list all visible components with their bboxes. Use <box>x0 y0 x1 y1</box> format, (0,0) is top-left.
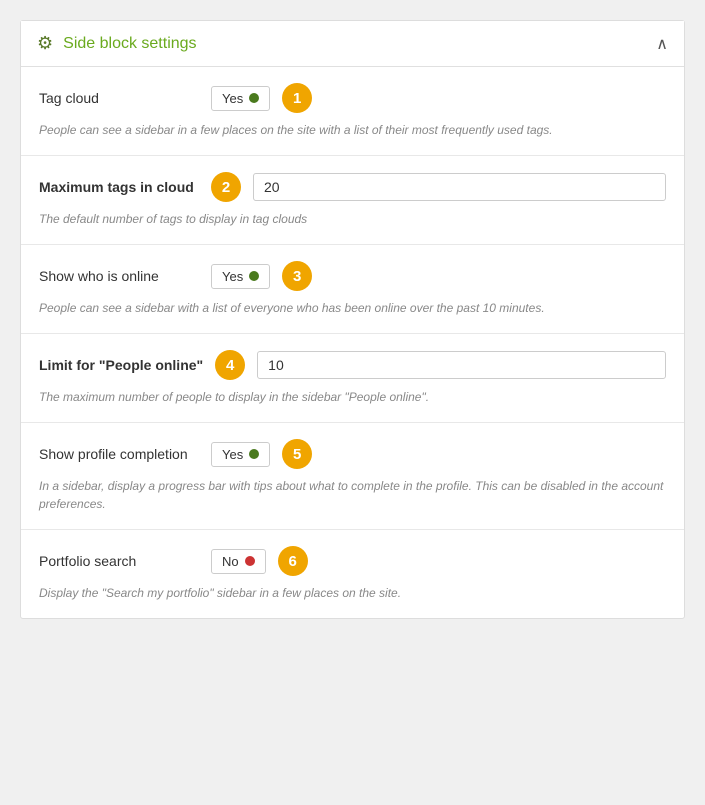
setting-description-portfolio-search: Display the "Search my portfolio" sideba… <box>39 584 666 602</box>
chevron-up-icon[interactable]: ∧ <box>656 34 668 54</box>
setting-main-profile-completion: Show profile completion Yes 5 <box>39 439 666 469</box>
toggle-button-profile-completion[interactable]: Yes <box>211 442 270 467</box>
setting-row-show-online: Show who is online Yes 3 People can see … <box>21 245 684 334</box>
setting-row-profile-completion: Show profile completion Yes 5 In a sideb… <box>21 423 684 530</box>
setting-description-profile-completion: In a sidebar, display a progress bar wit… <box>39 477 666 513</box>
setting-main-tag-cloud: Tag cloud Yes 1 <box>39 83 666 113</box>
toggle-dot-portfolio-search <box>245 556 255 566</box>
setting-description-tag-cloud: People can see a sidebar in a few places… <box>39 121 666 139</box>
panel-body: Tag cloud Yes 1 People can see a sidebar… <box>21 67 684 618</box>
setting-label-show-online: Show who is online <box>39 268 199 284</box>
setting-label-portfolio-search: Portfolio search <box>39 553 199 569</box>
toggle-value-profile-completion: Yes <box>222 447 243 462</box>
badge-max-tags: 2 <box>211 172 241 202</box>
setting-label-tag-cloud: Tag cloud <box>39 90 199 106</box>
toggle-button-tag-cloud[interactable]: Yes <box>211 86 270 111</box>
toggle-value-tag-cloud: Yes <box>222 91 243 106</box>
toggle-button-show-online[interactable]: Yes <box>211 264 270 289</box>
toggle-value-show-online: Yes <box>222 269 243 284</box>
panel-title: Side block settings <box>63 35 196 53</box>
setting-label-profile-completion: Show profile completion <box>39 446 199 462</box>
number-input-people-online-limit[interactable] <box>257 351 666 379</box>
setting-description-max-tags: The default number of tags to display in… <box>39 210 666 228</box>
badge-portfolio-search: 6 <box>278 546 308 576</box>
badge-profile-completion: 5 <box>282 439 312 469</box>
panel-header: ⚙ Side block settings ∧ <box>21 21 684 67</box>
toggle-button-portfolio-search[interactable]: No <box>211 549 266 574</box>
setting-main-show-online: Show who is online Yes 3 <box>39 261 666 291</box>
setting-description-people-online-limit: The maximum number of people to display … <box>39 388 666 406</box>
toggle-dot-tag-cloud <box>249 93 259 103</box>
badge-people-online-limit: 4 <box>215 350 245 380</box>
setting-row-tag-cloud: Tag cloud Yes 1 People can see a sidebar… <box>21 67 684 156</box>
side-block-settings-panel: ⚙ Side block settings ∧ Tag cloud Yes 1 … <box>20 20 685 619</box>
setting-description-show-online: People can see a sidebar with a list of … <box>39 299 666 317</box>
setting-row-portfolio-search: Portfolio search No 6 Display the "Searc… <box>21 530 684 618</box>
setting-main-max-tags: Maximum tags in cloud 2 <box>39 172 666 202</box>
setting-row-max-tags: Maximum tags in cloud 2 The default numb… <box>21 156 684 245</box>
badge-tag-cloud: 1 <box>282 83 312 113</box>
gear-icon: ⚙ <box>37 33 53 54</box>
toggle-dot-show-online <box>249 271 259 281</box>
badge-show-online: 3 <box>282 261 312 291</box>
panel-header-left: ⚙ Side block settings <box>37 33 197 54</box>
toggle-value-portfolio-search: No <box>222 554 239 569</box>
setting-label-max-tags: Maximum tags in cloud <box>39 179 199 195</box>
number-input-max-tags[interactable] <box>253 173 666 201</box>
setting-row-people-online-limit: Limit for "People online" 4 The maximum … <box>21 334 684 423</box>
toggle-dot-profile-completion <box>249 449 259 459</box>
setting-main-people-online-limit: Limit for "People online" 4 <box>39 350 666 380</box>
setting-label-people-online-limit: Limit for "People online" <box>39 357 203 373</box>
setting-main-portfolio-search: Portfolio search No 6 <box>39 546 666 576</box>
